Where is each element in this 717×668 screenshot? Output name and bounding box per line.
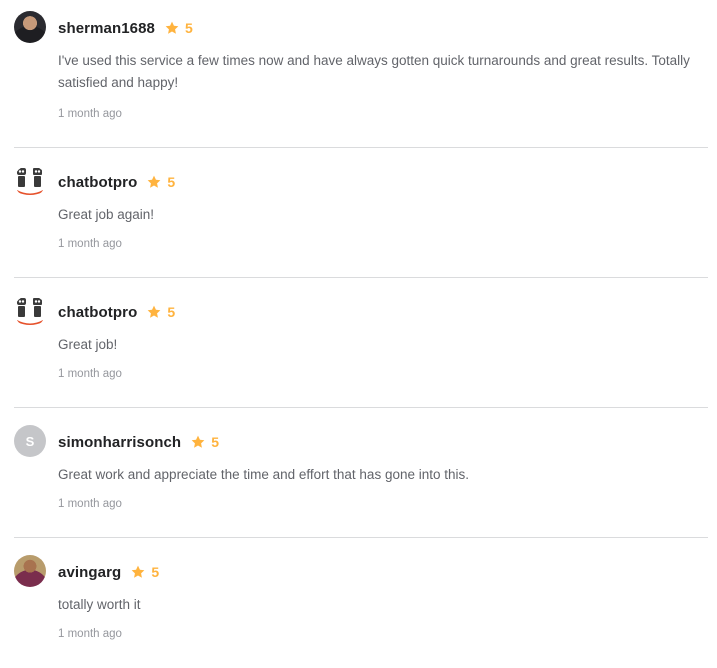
- review-item: avingarg 5 totally worth it 1 month ago: [14, 538, 708, 668]
- robot-logo-icon: [17, 298, 43, 325]
- review-header: simonharrisonch 5: [58, 432, 219, 452]
- review-time: 1 month ago: [58, 498, 122, 510]
- avatar[interactable]: [14, 165, 46, 197]
- review-item: S simonharrisonch 5 Great work and appre…: [14, 408, 708, 538]
- review-item: chatbotpro 5 Great job! 1 month ago: [14, 278, 708, 408]
- star-icon: [131, 565, 145, 578]
- robot-logo-icon: [17, 168, 43, 195]
- review-time: 1 month ago: [58, 368, 122, 380]
- rating-value: 5: [151, 564, 160, 580]
- review-time: 1 month ago: [58, 108, 122, 120]
- review-item: sherman1688 5 I've used this service a f…: [14, 0, 708, 148]
- star-icon: [147, 305, 161, 318]
- rating-value: 5: [167, 304, 176, 320]
- reviewer-username[interactable]: avingarg: [58, 564, 121, 581]
- review-comment: Great job again!: [58, 207, 155, 222]
- review-comment: I've used this service a few times now a…: [58, 53, 690, 90]
- reviews-list: sherman1688 5 I've used this service a f…: [14, 0, 708, 668]
- rating-value: 5: [211, 434, 219, 450]
- reviewer-username[interactable]: simonharrisonch: [58, 434, 181, 451]
- review-time: 1 month ago: [58, 238, 122, 250]
- rating-value: 5: [185, 20, 193, 36]
- star-icon: [165, 21, 179, 34]
- avatar[interactable]: S: [14, 425, 46, 457]
- review-header: chatbotpro 5: [58, 172, 175, 192]
- review-header: sherman1688 5: [58, 18, 193, 38]
- review-comment: Great job!: [58, 337, 118, 352]
- rating-value: 5: [167, 174, 176, 190]
- reviewer-username[interactable]: chatbotpro: [58, 304, 137, 321]
- reviewer-username[interactable]: chatbotpro: [58, 174, 137, 191]
- review-comment: Great work and appreciate the time and e…: [58, 467, 469, 482]
- review-header: avingarg 5: [58, 562, 159, 582]
- review-header: chatbotpro 5: [58, 302, 175, 322]
- avatar-letter: S: [25, 433, 35, 449]
- review-item: chatbotpro 5 Great job again! 1 month ag…: [14, 148, 708, 278]
- star-icon: [147, 175, 161, 188]
- avatar[interactable]: [14, 555, 46, 587]
- review-comment: totally worth it: [58, 597, 141, 612]
- reviewer-username[interactable]: sherman1688: [58, 20, 155, 37]
- avatar[interactable]: [14, 11, 46, 43]
- star-icon: [191, 435, 205, 448]
- avatar[interactable]: [14, 295, 46, 327]
- review-time: 1 month ago: [58, 628, 122, 640]
